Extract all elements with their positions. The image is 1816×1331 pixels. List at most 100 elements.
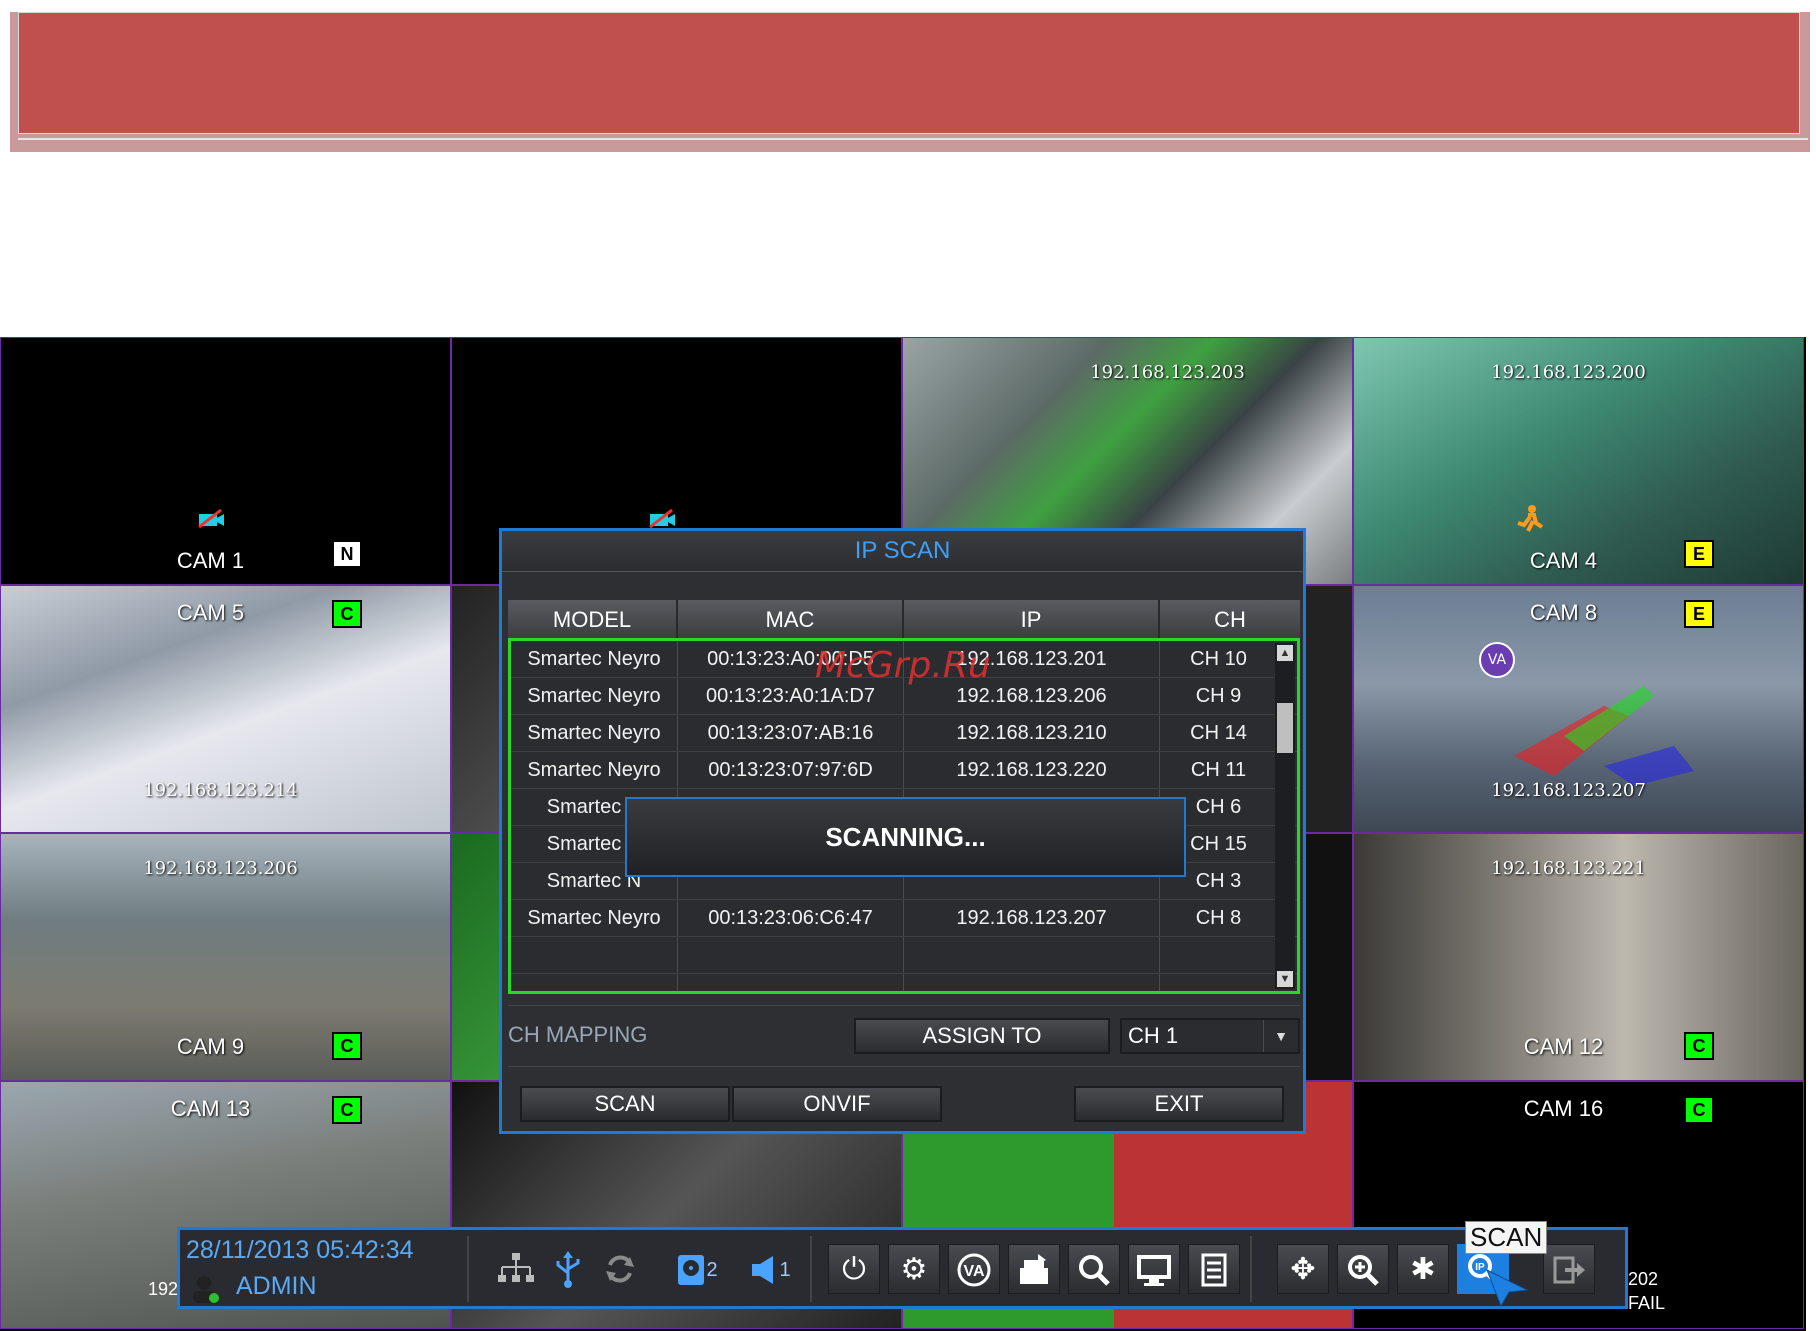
camera-label: CAM 1 — [176, 548, 245, 573]
power-icon[interactable]: ⏻ — [828, 1244, 880, 1294]
svg-text:VA: VA — [963, 1263, 984, 1280]
status-text-partial: 202 — [1628, 1269, 1659, 1289]
camera-tile-1[interactable]: CAM 1 N — [0, 337, 451, 585]
camera-label: CAM 16 — [1523, 1096, 1604, 1121]
record-mode-badge: C — [332, 600, 362, 628]
camera-tile-4[interactable]: 192.168.123.200 CAM 4 E — [1353, 337, 1804, 585]
column-header-mac[interactable]: MAC — [678, 600, 904, 640]
camera-ip: 192.168.123.200 — [1491, 362, 1646, 383]
table-row[interactable]: Smartec Neyro 00:13:23:06:C6:47 192.168.12… — [511, 900, 1297, 937]
cell-model: Smartec Neyro — [511, 678, 678, 714]
column-header-ip[interactable]: IP — [904, 600, 1160, 640]
camera-ip: 192.168.123.207 — [1491, 780, 1646, 801]
scroll-down-arrow-icon[interactable]: ▼ — [1277, 971, 1293, 987]
cell-ch: CH 11 — [1190, 759, 1247, 781]
usb-icon[interactable] — [542, 1244, 594, 1294]
camera-tile-5[interactable]: CAM 5 C 192.168.123.214 — [0, 585, 451, 833]
record-mode-badge: E — [1684, 540, 1714, 568]
exit-button[interactable]: EXIT — [1074, 1086, 1284, 1122]
taskbar-divider — [810, 1236, 812, 1302]
hdd-icon[interactable]: 2 — [662, 1244, 732, 1294]
freeze-icon[interactable]: ✱ — [1397, 1244, 1449, 1294]
mouse-cursor-icon — [1486, 1268, 1529, 1308]
cell-model: Smartec Neyro — [511, 752, 678, 788]
cell-model: Smartec Neyro — [511, 715, 678, 751]
camera-ip: 192.168.123.203 — [1090, 362, 1245, 383]
ip-scan-dialog: IP SCAN MODEL MAC IP CH Smartec Neyro 00:… — [499, 528, 1306, 1134]
table-scrollbar[interactable]: ▲ ▼ — [1275, 643, 1295, 989]
record-mode-badge: C — [332, 1096, 362, 1124]
cell-ip: 192.168.123.210 — [904, 715, 1160, 751]
sync-icon[interactable] — [594, 1244, 646, 1294]
record-mode-badge: C — [1684, 1096, 1714, 1124]
camera-label: CAM 4 — [1529, 548, 1598, 573]
cell-mac: 00:13:23:06:C6:47 — [678, 900, 904, 936]
cell-ip: 192.168.123.207 — [904, 900, 1160, 936]
cell-mac: 00:13:23:07:97:6D — [678, 752, 904, 788]
taskbar-divider — [467, 1236, 469, 1302]
cell-model: Smartec Neyro — [511, 641, 678, 677]
cell-mac: 00:13:23:07:AB:16 — [678, 715, 904, 751]
column-header-model[interactable]: MODEL — [508, 600, 678, 640]
scrollbar-thumb[interactable] — [1277, 703, 1293, 753]
chevron-down-icon[interactable]: ▼ — [1263, 1020, 1298, 1052]
cell-ip: 192.168.123.220 — [904, 752, 1160, 788]
user-name: ADMIN — [236, 1272, 317, 1300]
network-icon[interactable] — [490, 1244, 542, 1294]
camera-ip-partial: 192 — [148, 1279, 179, 1299]
audio-count: 1 — [779, 1259, 791, 1282]
monitor-icon[interactable] — [1128, 1244, 1180, 1294]
zoom-icon[interactable] — [1337, 1244, 1389, 1294]
log-icon[interactable] — [1188, 1244, 1240, 1294]
no-video-icon — [198, 508, 224, 528]
table-row[interactable]: Smartec Neyro 00:13:23:07:97:6D 192.168.12… — [511, 752, 1297, 789]
scroll-up-arrow-icon[interactable]: ▲ — [1277, 645, 1293, 661]
motion-person-icon — [1517, 505, 1544, 532]
cell-ch: CH 9 — [1195, 685, 1242, 707]
scan-button[interactable]: SCAN — [520, 1086, 730, 1122]
channel-select[interactable]: CH 1 ▼ — [1120, 1018, 1300, 1054]
cell-model: Smartec Neyro — [511, 900, 678, 936]
scanning-popup: SCANNING... — [625, 797, 1186, 877]
header-banner — [18, 12, 1800, 134]
record-mode-badge: C — [332, 1032, 362, 1060]
record-mode-badge: C — [1684, 1032, 1714, 1060]
datetime-display: 28/11/2013 05:42:34 — [186, 1236, 414, 1264]
va-icon[interactable]: VA — [948, 1244, 1000, 1294]
onvif-button[interactable]: ONVIF — [732, 1086, 942, 1122]
camera-label: CAM 8 — [1529, 600, 1598, 625]
search-icon[interactable] — [1068, 1244, 1120, 1294]
no-video-icon — [649, 508, 675, 528]
column-header-ch[interactable]: CH — [1160, 600, 1300, 640]
camera-ip: 192.168.123.206 — [143, 858, 298, 879]
hdd-count: 2 — [706, 1259, 718, 1282]
analytics-zones — [1514, 686, 1694, 786]
camera-tile-9[interactable]: 192.168.123.206 CAM 9 C — [0, 833, 451, 1081]
status-fail-text: FAIL — [1628, 1293, 1666, 1313]
camera-tile-8[interactable]: CAM 8 E VA 192.168.123.207 — [1353, 585, 1804, 833]
archive-icon[interactable] — [1008, 1244, 1060, 1294]
camera-label: CAM 5 — [176, 600, 245, 625]
camera-tile-12[interactable]: 192.168.123.221 CAM 12 C — [1353, 833, 1804, 1081]
header-divider — [18, 138, 1808, 140]
watermark-text: McGrp.Ru — [815, 645, 991, 686]
table-row-empty — [511, 937, 1297, 974]
camera-label: CAM 9 — [176, 1034, 245, 1059]
move-icon[interactable]: ✥ — [1277, 1244, 1329, 1294]
cell-ch: CH 14 — [1190, 722, 1247, 744]
gear-icon[interactable]: ⚙ — [888, 1244, 940, 1294]
table-row[interactable]: Smartec Neyro 00:13:23:07:AB:16 192.168.12… — [511, 715, 1297, 752]
table-row-empty — [511, 974, 1297, 991]
scan-tooltip: SCAN — [1465, 1221, 1548, 1254]
ch-mapping-label: CH MAPPING — [508, 1022, 648, 1047]
dvr-taskbar: 28/11/2013 05:42:34 ADMIN 2 1 ⏻ ⚙ VA ✥ ✱… — [177, 1227, 1628, 1309]
assign-to-button[interactable]: ASSIGN TO — [854, 1018, 1110, 1054]
camera-ip: 192.168.123.221 — [1491, 858, 1646, 879]
cell-ch: CH 8 — [1195, 907, 1242, 929]
speaker-icon[interactable]: 1 — [735, 1244, 805, 1294]
user-icon — [193, 1276, 219, 1303]
record-mode-badge: N — [332, 540, 362, 568]
logout-icon[interactable] — [1543, 1244, 1595, 1294]
channel-select-value: CH 1 — [1128, 1023, 1179, 1048]
taskbar-divider — [1250, 1236, 1252, 1302]
